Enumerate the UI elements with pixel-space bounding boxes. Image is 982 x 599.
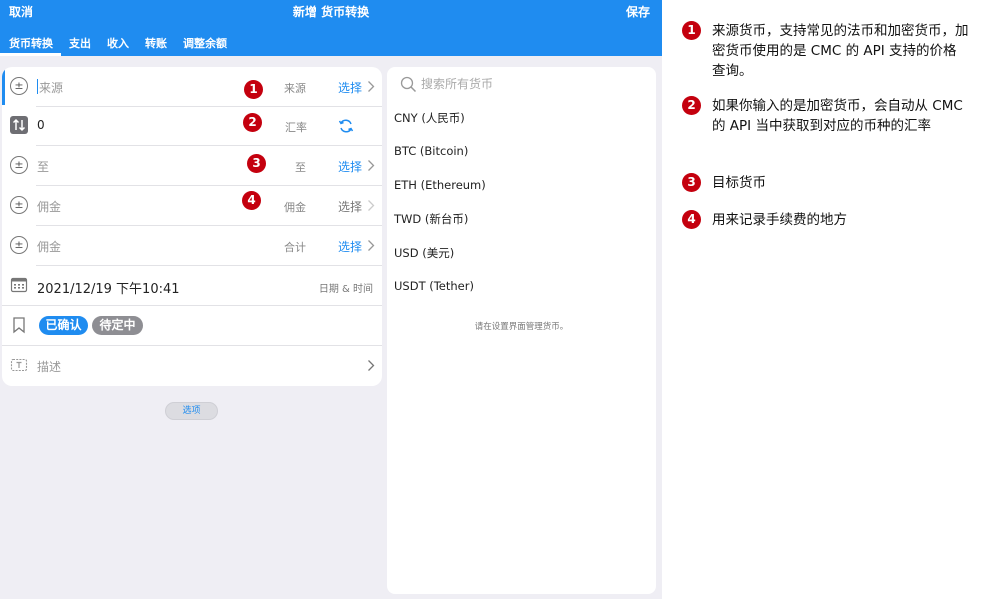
rate-input[interactable]: 0 [37, 118, 45, 132]
currency-picker-panel: CNY (人民币) BTC (Bitcoin) ETH (Ethereum) T… [387, 67, 656, 594]
swap-arrows-icon [10, 116, 28, 134]
marker-3: 3 [247, 154, 266, 173]
total-select-button[interactable]: 选择 [338, 238, 362, 255]
annotation-number: 3 [682, 173, 701, 192]
commission-label: 佣金 [284, 201, 306, 214]
target-row[interactable]: ± 至 至 选择 [2, 146, 382, 186]
app-window: 取消 新增 货币转换 保存 货币转换 支出 收入 转账 调整余额 ± 来源 来源… [0, 0, 662, 599]
annotation-text: 如果你输入的是加密货币，会自动从 CMC 的 API 当中获取到对应的币种的汇率 [712, 98, 963, 134]
annotation-text: 目标货币 [712, 175, 766, 191]
tab-adjust-balance[interactable]: 调整余额 [175, 30, 235, 56]
marker-1: 1 [244, 80, 263, 99]
target-input[interactable]: 至 [37, 158, 49, 175]
plus-minus-icon: ± [10, 77, 28, 95]
commission-input[interactable]: 佣金 [37, 198, 61, 215]
marker-2: 2 [243, 113, 262, 132]
currency-item-cny[interactable]: CNY (人民币) [394, 110, 465, 126]
source-label: 来源 [284, 82, 306, 95]
source-select-button[interactable]: 选择 [338, 79, 362, 96]
annotation-number: 4 [682, 210, 701, 229]
datetime-label: 日期 & 时间 [318, 284, 373, 295]
description-row[interactable]: 描述 [2, 346, 382, 386]
currency-item-btc[interactable]: BTC (Bitcoin) [394, 144, 468, 158]
commission-select-button[interactable]: 选择 [338, 198, 362, 215]
status-pending-badge[interactable]: 待定中 [92, 316, 143, 335]
options-button[interactable]: 选项 [165, 402, 218, 420]
target-label: 至 [295, 161, 306, 174]
annotation-number: 2 [682, 96, 701, 115]
text-cursor [37, 79, 38, 94]
currency-item-usdt[interactable]: USDT (Tether) [394, 279, 474, 293]
datetime-row[interactable]: 2021/12/19 下午10:41 日期 & 时间 [2, 266, 382, 306]
tab-currency-conversion[interactable]: 货币转换 [0, 30, 61, 56]
tab-transfer[interactable]: 转账 [137, 30, 175, 56]
rate-row[interactable]: 0 汇率 [2, 106, 382, 146]
chevron-right-icon [368, 200, 375, 211]
datetime-value[interactable]: 2021/12/19 下午10:41 [37, 278, 180, 297]
currency-search-input[interactable] [421, 75, 641, 93]
bookmark-icon [13, 317, 25, 334]
plus-minus-icon: ± [10, 156, 28, 174]
chevron-right-icon [368, 160, 375, 171]
text-field-icon [10, 358, 28, 372]
target-select-button[interactable]: 选择 [338, 158, 362, 175]
currency-item-twd[interactable]: TWD (新台币) [394, 211, 468, 227]
currency-item-usd[interactable]: USD (美元) [394, 245, 454, 261]
refresh-icon[interactable] [338, 118, 354, 134]
source-input[interactable]: 来源 [39, 79, 63, 96]
currency-item-eth[interactable]: ETH (Ethereum) [394, 178, 486, 192]
status-row: 已确认 待定中 [2, 306, 382, 346]
marker-4: 4 [242, 191, 261, 210]
chevron-right-icon [368, 81, 375, 92]
description-input[interactable]: 描述 [37, 358, 61, 375]
manage-currency-hint: 请在设置界面管理货币。 [474, 322, 569, 332]
commission-row[interactable]: ± 佣金 佣金 选择 [2, 186, 382, 226]
tab-income[interactable]: 收入 [99, 30, 137, 56]
total-row[interactable]: ± 佣金 合计 选择 [2, 226, 382, 266]
top-bar: 取消 新增 货币转换 保存 货币转换 支出 收入 转账 调整余额 [0, 0, 662, 56]
annotation-number: 1 [682, 21, 701, 40]
save-button[interactable]: 保存 [626, 3, 650, 20]
annotation-text: 用来记录手续费的地方 [712, 212, 847, 228]
search-icon [400, 76, 417, 93]
page-title: 新增 货币转换 [292, 5, 370, 19]
chevron-right-icon [368, 360, 375, 371]
conversion-form: ± 来源 来源 选择 0 汇率 ± 至 至 选择 ± 佣金 佣金 选择 ± 佣金… [2, 67, 382, 386]
rate-label: 汇率 [285, 121, 307, 134]
plus-minus-icon: ± [10, 196, 28, 214]
total-label: 合计 [284, 241, 306, 254]
source-row[interactable]: ± 来源 来源 选择 [2, 67, 382, 107]
tab-expense[interactable]: 支出 [61, 30, 99, 56]
annotation-text: 来源货币，支持常见的法币和加密货币，加密货币使用的是 CMC 的 API 支持的… [712, 23, 969, 79]
tab-bar: 货币转换 支出 收入 转账 调整余额 [0, 30, 235, 56]
chevron-right-icon [368, 240, 375, 251]
total-input[interactable]: 佣金 [37, 238, 61, 255]
calendar-icon [10, 277, 28, 293]
plus-minus-icon: ± [10, 236, 28, 254]
status-confirmed-badge[interactable]: 已确认 [39, 316, 88, 335]
